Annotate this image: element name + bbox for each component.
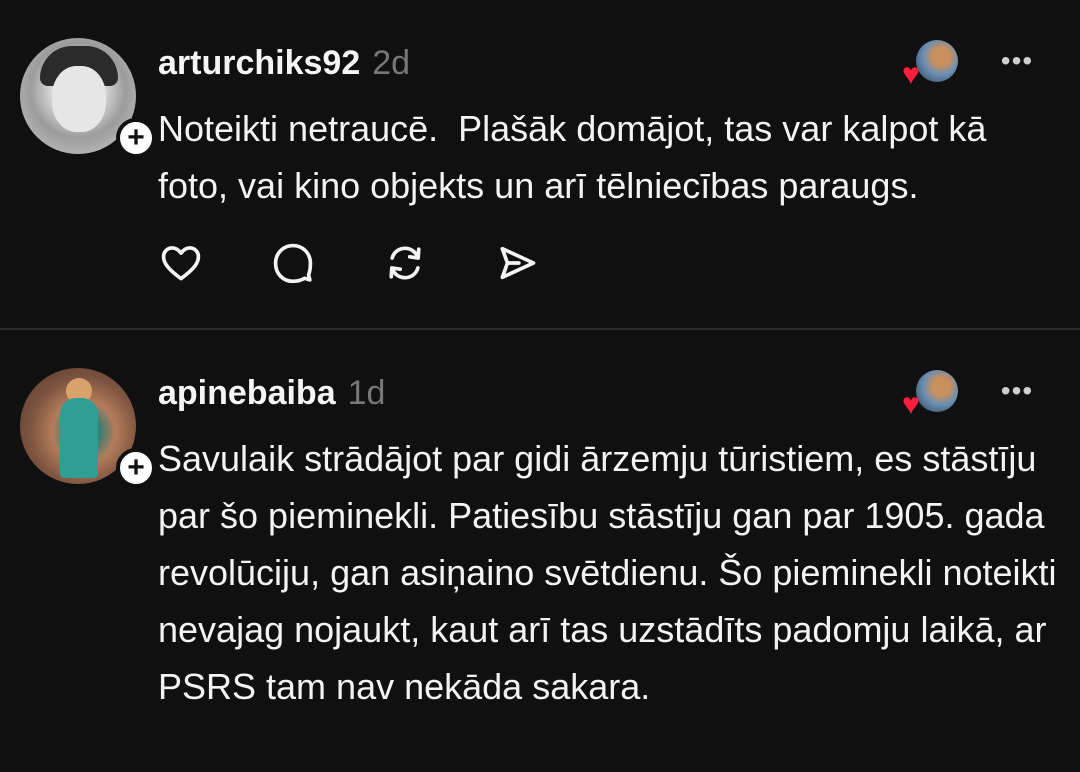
share-button[interactable] xyxy=(494,240,540,286)
post-header: apinebaiba 1d xyxy=(158,374,385,414)
more-options-button[interactable]: ••• xyxy=(996,370,1038,412)
author-avatar[interactable]: + xyxy=(20,38,156,158)
repost-icon xyxy=(389,246,421,280)
comment-button[interactable] xyxy=(270,240,316,286)
more-options-button[interactable]: ••• xyxy=(996,40,1038,82)
repost-button[interactable] xyxy=(382,240,428,286)
post-text: Noteikti netraucē. Plašāk domājot, tas v… xyxy=(158,108,997,206)
author-avatar[interactable]: + xyxy=(20,368,156,488)
share-icon xyxy=(500,246,536,280)
username[interactable]: arturchiks92 xyxy=(158,44,360,83)
thread-post: + apinebaiba 1d ♥ ••• Savulaik strādājot… xyxy=(0,330,1080,772)
post-text: Savulaik strādājot par gidi ārzemju tūri… xyxy=(158,438,1067,707)
username[interactable]: apinebaiba xyxy=(158,374,336,413)
timestamp: 2d xyxy=(372,44,411,82)
post-header: arturchiks92 2d xyxy=(158,44,410,84)
follow-button[interactable]: + xyxy=(116,448,156,488)
follow-button[interactable]: + xyxy=(116,118,156,158)
heart-icon: ♥ xyxy=(902,58,920,91)
heart-icon xyxy=(161,246,201,281)
like-button[interactable] xyxy=(158,240,204,286)
thread-post: + arturchiks92 2d ♥ ••• Noteikti netrauc… xyxy=(0,0,1080,328)
liked-by-avatar[interactable]: ♥ xyxy=(902,40,960,90)
avatar-photo-figure xyxy=(60,398,98,478)
avatar-photo-face xyxy=(52,66,106,132)
timestamp: 1d xyxy=(347,374,386,412)
action-bar xyxy=(158,240,540,286)
liked-by-avatar[interactable]: ♥ xyxy=(902,370,960,420)
comment-icon xyxy=(273,243,313,284)
heart-icon: ♥ xyxy=(902,388,920,421)
